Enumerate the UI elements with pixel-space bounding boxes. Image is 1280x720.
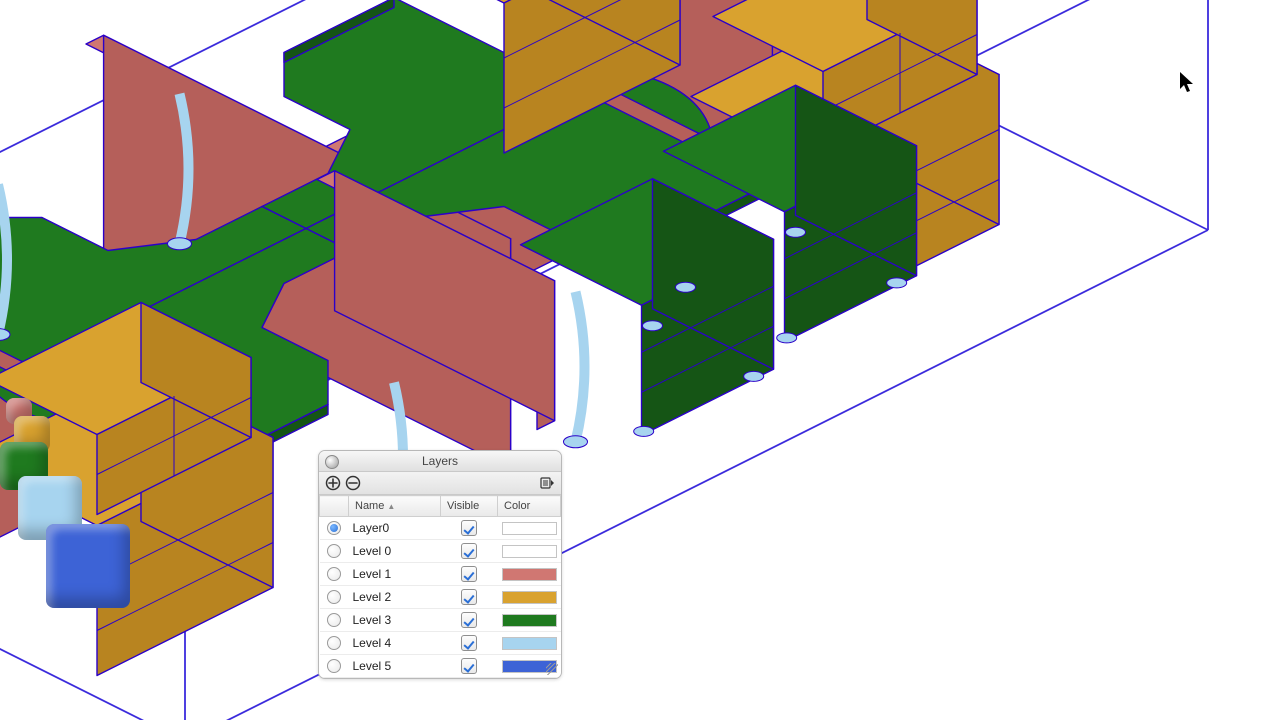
layer-row[interactable]: Level 1 [320,563,561,586]
layers-panel[interactable]: Layers Name Visible Color Layer0Level 0L… [318,450,562,679]
layer-name-cell[interactable]: Layer0 [349,517,441,540]
panel-title: Layers [422,454,458,468]
layer-row[interactable]: Level 0 [320,540,561,563]
layer-visible-checkbox[interactable] [461,589,477,605]
panel-close-button[interactable] [325,455,339,469]
layer-row[interactable]: Level 2 [320,586,561,609]
column-name-header[interactable]: Name [349,496,441,517]
layer-active-radio[interactable] [327,659,341,673]
layer-row[interactable]: Level 4 [320,632,561,655]
layer-color-swatch[interactable] [502,545,557,558]
column-visible-header[interactable]: Visible [441,496,498,517]
layer-color-cube-stack [0,390,140,650]
layer-active-radio[interactable] [327,544,341,558]
layer-name-cell[interactable]: Level 4 [349,632,441,655]
layer-color-swatch[interactable] [502,614,557,627]
layer-row[interactable]: Level 5 [320,655,561,678]
layer-row[interactable]: Level 3 [320,609,561,632]
panel-titlebar[interactable]: Layers [319,451,561,472]
remove-layer-button[interactable] [345,475,361,491]
layer-name-cell[interactable]: Level 0 [349,540,441,563]
layer-name-cell[interactable]: Level 2 [349,586,441,609]
layer-visible-checkbox[interactable] [461,612,477,628]
panel-resize-grip[interactable] [546,663,558,675]
layer-name-cell[interactable]: Level 3 [349,609,441,632]
layer-visible-checkbox[interactable] [461,520,477,536]
layer-visible-checkbox[interactable] [461,543,477,559]
layers-menu-button[interactable] [539,475,555,491]
layer-color-swatch[interactable] [502,637,557,650]
add-layer-button[interactable] [325,475,341,491]
layers-table-header[interactable]: Name Visible Color [320,496,561,517]
layer-row[interactable]: Layer0 [320,517,561,540]
layer-color-swatch[interactable] [502,591,557,604]
layer-visible-checkbox[interactable] [461,566,477,582]
layer-name-cell[interactable]: Level 1 [349,563,441,586]
cursor-icon [1176,70,1200,94]
3d-viewport[interactable] [0,0,1280,720]
layer-visible-checkbox[interactable] [461,658,477,674]
layer-active-radio[interactable] [327,567,341,581]
layer-active-radio[interactable] [327,636,341,650]
layer-active-radio[interactable] [327,613,341,627]
layer-active-radio[interactable] [327,590,341,604]
layer-visible-checkbox[interactable] [461,635,477,651]
layer-color-swatch[interactable] [502,568,557,581]
layer-name-cell[interactable]: Level 5 [349,655,441,678]
layers-toolbar [319,472,561,495]
color-cube [46,524,130,608]
column-color-header[interactable]: Color [498,496,561,517]
layers-table: Name Visible Color Layer0Level 0Level 1L… [319,495,561,678]
layer-active-radio[interactable] [327,521,341,535]
layer-color-swatch[interactable] [502,522,557,535]
